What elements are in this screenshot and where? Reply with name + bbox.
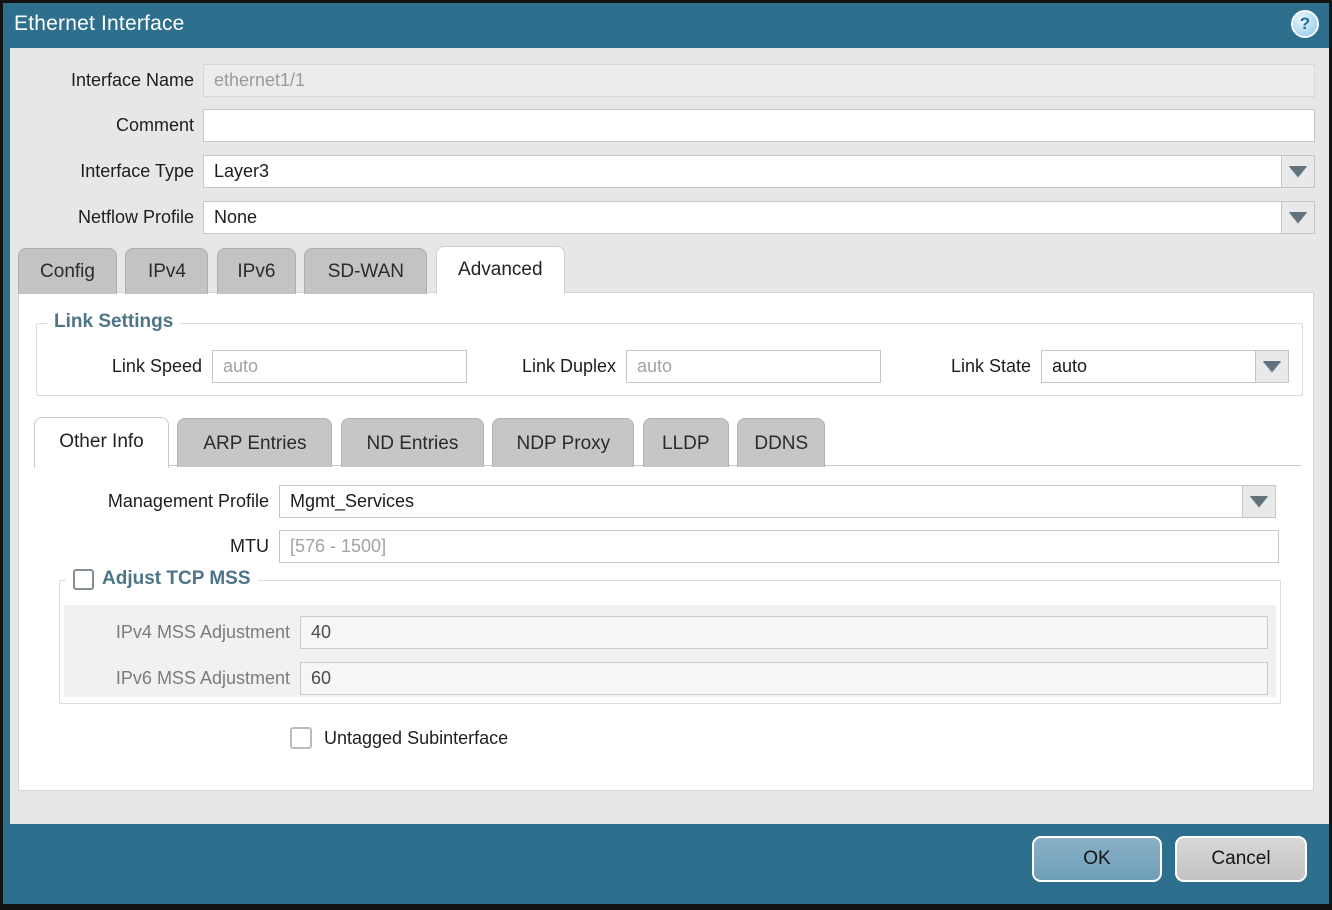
chevron-down-icon <box>1289 212 1307 223</box>
ipv4-mss-field <box>300 616 1268 649</box>
chevron-down-icon <box>1289 166 1307 177</box>
interface-name-label: Interface Name <box>13 70 203 91</box>
link-duplex-row: Link Duplex <box>495 350 881 383</box>
mtu-row: MTU <box>19 530 1279 563</box>
tab-lldp[interactable]: LLDP <box>643 418 729 467</box>
interface-name-row: Interface Name <box>13 64 1315 97</box>
adjust-tcp-mss-group: Adjust TCP MSS IPv4 MSS Adjustment IPv6 … <box>59 580 1281 704</box>
ipv4-mss-row: IPv4 MSS Adjustment <box>64 615 1268 649</box>
management-profile-row: Management Profile <box>19 485 1276 518</box>
link-speed-label: Link Speed <box>65 356 212 377</box>
adjust-tcp-mss-checkbox[interactable] <box>73 569 94 590</box>
tab-sd-wan[interactable]: SD-WAN <box>304 248 427 294</box>
footer-bar: OK Cancel <box>3 824 1329 904</box>
link-state-row: Link State <box>915 350 1289 383</box>
tab-nd-entries[interactable]: ND Entries <box>341 418 484 467</box>
untagged-subinterface-label: Untagged Subinterface <box>324 728 508 749</box>
link-state-field[interactable] <box>1041 350 1256 383</box>
tab-config[interactable]: Config <box>18 248 117 294</box>
tab-advanced[interactable]: Advanced <box>436 246 565 294</box>
netflow-profile-field[interactable] <box>203 201 1282 234</box>
help-icon[interactable]: ? <box>1291 10 1319 38</box>
comment-field[interactable] <box>203 109 1315 142</box>
untagged-subinterface-checkbox[interactable] <box>290 727 312 749</box>
mss-disabled-block: IPv4 MSS Adjustment IPv6 MSS Adjustment <box>64 605 1276 697</box>
adjust-tcp-mss-legend: Adjust TCP MSS <box>66 568 258 590</box>
main-tab-bar: Config IPv4 IPv6 SD-WAN Advanced <box>18 246 569 293</box>
ok-button[interactable]: OK <box>1032 836 1162 882</box>
chevron-down-icon <box>1263 361 1281 372</box>
link-settings-group: Link Settings Link Speed Link Duplex Lin… <box>36 323 1303 396</box>
interface-name-field <box>203 64 1315 97</box>
mtu-field[interactable] <box>279 530 1279 563</box>
title-bar: Ethernet Interface ? <box>3 3 1329 48</box>
link-state-label: Link State <box>915 356 1041 377</box>
link-settings-legend: Link Settings <box>47 311 180 333</box>
interface-type-dropdown-button[interactable] <box>1282 155 1315 188</box>
tab-ddns[interactable]: DDNS <box>737 418 825 467</box>
link-speed-row: Link Speed <box>65 350 467 383</box>
link-state-dropdown-button[interactable] <box>1256 350 1289 383</box>
adjust-tcp-mss-label: Adjust TCP MSS <box>102 568 251 590</box>
tab-ipv4[interactable]: IPv4 <box>125 248 208 294</box>
netflow-profile-dropdown-button[interactable] <box>1282 201 1315 234</box>
left-accent-strip <box>3 48 10 904</box>
link-duplex-field[interactable] <box>626 350 881 383</box>
link-duplex-label: Link Duplex <box>495 356 626 377</box>
dialog-title: Ethernet Interface <box>14 12 185 36</box>
netflow-profile-label: Netflow Profile <box>13 207 203 228</box>
ipv6-mss-label: IPv6 MSS Adjustment <box>64 668 300 689</box>
management-profile-field[interactable] <box>279 485 1243 518</box>
management-profile-dropdown-button[interactable] <box>1243 485 1276 518</box>
advanced-tab-panel: Link Settings Link Speed Link Duplex Lin… <box>18 292 1314 791</box>
netflow-profile-row: Netflow Profile <box>13 201 1315 234</box>
tab-other-info[interactable]: Other Info <box>34 417 169 468</box>
tab-arp-entries[interactable]: ARP Entries <box>177 418 332 467</box>
link-speed-field[interactable] <box>212 350 467 383</box>
interface-type-label: Interface Type <box>13 161 203 182</box>
mtu-label: MTU <box>19 536 279 557</box>
comment-label: Comment <box>13 115 203 136</box>
ipv6-mss-row: IPv6 MSS Adjustment <box>64 661 1268 695</box>
interface-type-field[interactable] <box>203 155 1282 188</box>
ethernet-interface-dialog: Ethernet Interface ? Interface Name Comm… <box>0 0 1332 910</box>
management-profile-label: Management Profile <box>19 491 279 512</box>
ipv4-mss-label: IPv4 MSS Adjustment <box>64 622 300 643</box>
cancel-button[interactable]: Cancel <box>1175 836 1307 882</box>
chevron-down-icon <box>1250 496 1268 507</box>
tab-ipv6[interactable]: IPv6 <box>217 248 296 294</box>
sub-tab-bar: Other Info ARP Entries ND Entries NDP Pr… <box>34 416 1301 466</box>
comment-row: Comment <box>13 109 1315 142</box>
untagged-subinterface-row: Untagged Subinterface <box>290 727 508 749</box>
interface-type-row: Interface Type <box>13 155 1315 188</box>
ipv6-mss-field <box>300 662 1268 695</box>
tab-ndp-proxy[interactable]: NDP Proxy <box>492 418 634 467</box>
